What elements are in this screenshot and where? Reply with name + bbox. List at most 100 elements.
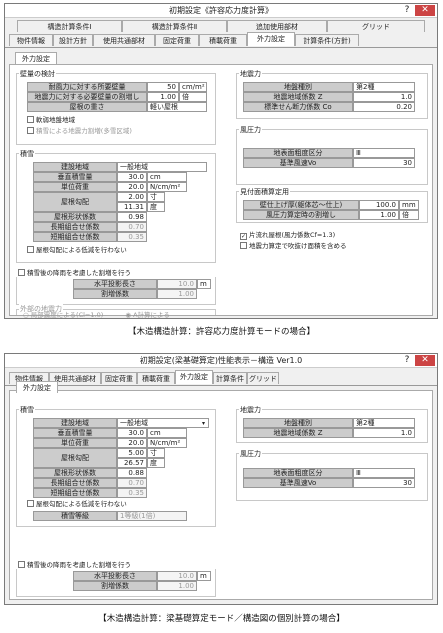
input-long-coef: 0.70 xyxy=(117,222,147,232)
label-roughness: 地表面粗度区分 xyxy=(243,468,353,478)
checkbox-no-slope-reduction[interactable]: 屋根勾配による低減を行わない xyxy=(27,246,127,255)
label-long-coef: 長期組合せ係数 xyxy=(33,478,117,488)
label-ground-type: 地盤種別 xyxy=(243,82,353,92)
label-roof-slope: 屋根勾配 xyxy=(33,448,117,468)
subtab-external-force[interactable]: 外力設定 xyxy=(15,52,57,64)
title-bar: 初期設定(梁基礎算定)性能表示－構造 Ver1.0 ? ✕ xyxy=(5,354,437,368)
input-slope-sun[interactable]: 5.00 xyxy=(117,448,147,458)
input-snow-depth[interactable]: 30.0 xyxy=(117,172,147,182)
input-ground-type[interactable]: 第2種 xyxy=(353,82,415,92)
chevron-down-icon[interactable]: ▾ xyxy=(200,420,207,427)
unit-n-cm-m2: N/cm/m² xyxy=(147,182,187,192)
subtab-external-force[interactable]: 外力設定 xyxy=(16,381,58,393)
quake-group: 地震力 地盤種別 第2種 地震地域係数 Z 1.0 xyxy=(236,405,428,443)
snow-group: 積雪 建設地域 一般地域 ▾ 垂直積雪量 30.0 cm 単位荷重 20.0 N/… xyxy=(16,405,216,527)
settings-window-beam-foundation: 初期設定(梁基礎算定)性能表示－構造 Ver1.0 ? ✕ 物件情報 使用共通部… xyxy=(4,353,438,605)
checkbox-no-slope-reduction-label: 屋根勾配による低減を行わない xyxy=(36,500,127,508)
radio-local-seismic[interactable]: ○ 局部震度による(Cl=1.0) xyxy=(23,311,103,319)
label-short-coef: 短期組合せ係数 xyxy=(33,488,117,498)
label-horizontal-length: 水平投影長さ xyxy=(73,279,157,289)
check-icon: ✓ xyxy=(240,233,247,240)
input-short-coef: 0.35 xyxy=(117,232,147,242)
input-slope-deg[interactable]: 11.31 xyxy=(117,202,147,212)
checkbox-icon xyxy=(27,116,34,123)
tab-calc-conditions[interactable]: 計算条件 xyxy=(213,372,247,384)
label-horizontal-length: 水平投影長さ xyxy=(73,571,157,581)
snow-group-label: 積雪 xyxy=(19,149,35,159)
input-wind-surcharge[interactable]: 1.00 xyxy=(359,210,399,220)
input-unit-load[interactable]: 20.0 xyxy=(117,182,147,192)
checkbox-include-void[interactable]: 地震力算定で吹抜け面積を含める xyxy=(240,242,347,251)
label-shape-coef: 屋根形状係数 xyxy=(33,468,117,478)
unit-times: 倍 xyxy=(179,92,207,102)
minimize-button[interactable]: ? xyxy=(401,355,413,366)
label-unit-load: 単位荷重 xyxy=(33,182,117,192)
caption-beam-foundation: 【木造構造計算：梁基礎算定モード／構造図の個別計算の場合】 xyxy=(98,614,345,624)
input-slope-deg[interactable]: 26.57 xyxy=(117,458,147,468)
checkbox-no-slope-reduction[interactable]: 屋根勾配による低減を行わない xyxy=(27,500,127,509)
checkbox-icon xyxy=(240,242,247,249)
label-region: 建設地域 xyxy=(33,418,117,428)
input-co[interactable]: 0.20 xyxy=(353,102,415,112)
label-surcharge-coef: 割増係数 xyxy=(73,581,157,591)
tab-structure-cond-1[interactable]: 構造計算条件Ⅰ xyxy=(17,20,122,32)
unit-m: m xyxy=(197,279,211,289)
input-ground-type[interactable]: 第2種 xyxy=(353,418,415,428)
input-wind-speed[interactable]: 30 xyxy=(353,478,415,488)
tab-extra-members[interactable]: 追加使用部材 xyxy=(227,20,327,32)
radio-local-seismic-label: 局部震度による(Cl=1.0) xyxy=(30,311,104,319)
tab-fixed-load[interactable]: 固定荷重 xyxy=(101,372,137,384)
unit-cm: cm xyxy=(147,428,187,438)
projected-area-label: 見付面積算定用 xyxy=(239,187,290,197)
checkbox-rain-surcharge-label: 積雪後の降雨を考慮した割増を行う xyxy=(27,561,131,569)
tab-property-info[interactable]: 物件情報 xyxy=(9,34,53,46)
tab-grid[interactable]: グリッド xyxy=(247,372,279,384)
tab-calc-conditions[interactable]: 計算条件(方針) xyxy=(295,34,359,46)
tab-fixed-load[interactable]: 固定荷重 xyxy=(155,34,199,46)
tab-external-force[interactable]: 外力設定 xyxy=(247,32,295,46)
input-unit-load[interactable]: 20.0 xyxy=(117,438,147,448)
label-quake-wall: 地震力に対する必要壁量の割増し xyxy=(27,92,147,102)
label-snow-grade: 積雪等級 xyxy=(33,511,117,521)
input-shape-coef[interactable]: 0.88 xyxy=(117,468,147,478)
select-region[interactable]: 一般地域 ▾ xyxy=(117,418,209,428)
checkbox-soft-ground[interactable]: 軟弱地盤地域 xyxy=(27,116,75,125)
input-snow-depth[interactable]: 30.0 xyxy=(117,428,147,438)
tab-design-policy[interactable]: 設計方針 xyxy=(53,34,93,46)
tab-common-members[interactable]: 使用共通部材 xyxy=(93,34,155,46)
snow-group: 積雪 建設地域 一般地域 垂直積雪量 30.0 cm 単位荷重 20.0 N/c… xyxy=(16,149,216,263)
radio-a-calc[interactable]: ◉ A計算による xyxy=(125,311,170,319)
checkbox-snow-quake[interactable]: 積雪による地震力割増(多雪区域) xyxy=(27,127,132,136)
checkbox-shed-roof[interactable]: ✓ 片流れ屋根(風力係数Cf=1.3) xyxy=(240,231,335,240)
input-slope-sun[interactable]: 2.00 xyxy=(117,192,147,202)
unit-deg: 度 xyxy=(147,202,165,212)
input-shape-coef[interactable]: 0.98 xyxy=(117,212,147,222)
unit-times-2: 倍 xyxy=(399,210,419,220)
minimize-button[interactable]: ? xyxy=(401,5,413,16)
unit-deg: 度 xyxy=(147,458,165,468)
label-wind-surcharge: 風圧力算定時の割増し xyxy=(243,210,359,220)
tab-live-load[interactable]: 積載荷重 xyxy=(199,34,247,46)
unit-m: m xyxy=(197,571,211,581)
tab-external-force[interactable]: 外力設定 xyxy=(175,370,213,384)
input-roughness[interactable]: Ⅲ xyxy=(353,468,415,478)
tab-grid[interactable]: グリッド xyxy=(327,20,425,32)
close-button[interactable]: ✕ xyxy=(415,355,435,366)
input-zone-z[interactable]: 1.0 xyxy=(353,92,415,102)
tab-live-load[interactable]: 積載荷重 xyxy=(137,372,175,384)
input-roughness[interactable]: Ⅲ xyxy=(353,148,415,158)
tab-structure-cond-2[interactable]: 構造計算条件Ⅱ xyxy=(122,20,227,32)
select-region[interactable]: 一般地域 xyxy=(117,162,207,172)
select-roof-weight[interactable]: 軽い屋根 xyxy=(147,102,207,112)
unit-sun: 寸 xyxy=(147,192,165,202)
input-wind-wall[interactable]: 50 xyxy=(147,82,179,92)
content-panel: 外力設定 積雪 建設地域 一般地域 ▾ 垂直積雪量 30.0 cm 単位荷重 20… xyxy=(9,381,433,600)
input-zone-z[interactable]: 1.0 xyxy=(353,428,415,438)
input-wind-speed[interactable]: 30 xyxy=(353,158,415,168)
caption-allowable-stress: 【木造構造計算：許容応力度計算モードの場合】 xyxy=(127,327,315,337)
input-wall-finish[interactable]: 100.0 xyxy=(359,200,399,210)
input-surcharge-coef: 1.00 xyxy=(157,289,197,299)
input-quake-wall[interactable]: 1.00 xyxy=(147,92,179,102)
close-button[interactable]: ✕ xyxy=(415,5,435,16)
label-roof-weight: 屋根の重さ xyxy=(27,102,147,112)
